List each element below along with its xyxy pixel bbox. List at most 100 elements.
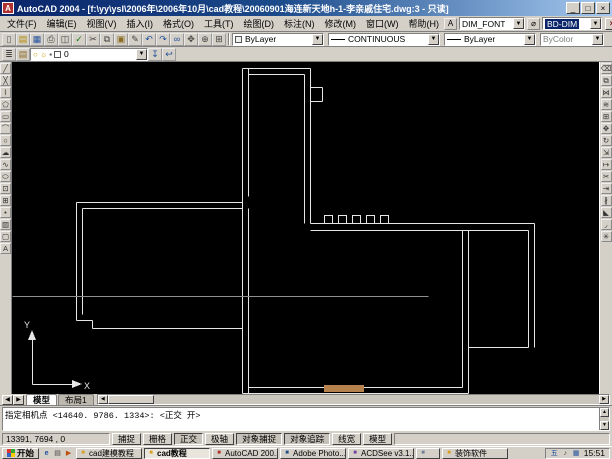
copy-object-icon[interactable]: ⧉ [601,75,612,86]
task-acdsee[interactable]: ■ACDSee v3.1... [348,448,414,459]
minimize-button[interactable]: _ [566,2,580,14]
polygon-icon[interactable]: ⬠ [0,99,11,110]
scroll-down-icon[interactable]: ▼ [600,421,609,430]
task-autocad[interactable]: ■AutoCAD 200... [212,448,278,459]
menu-item-file[interactable]: 文件(F) [2,16,42,31]
mtext-icon[interactable]: A [0,243,11,254]
menu-item-tools[interactable]: 工具(T) [199,16,239,31]
rectangle-icon[interactable]: ▭ [0,111,11,122]
plotstyle-control[interactable]: ByColor▼ [540,33,604,46]
task-cad-modeling-tutorial[interactable]: ■cad建模教程 [76,448,142,459]
task-decor-software[interactable]: ■装饰软件 [442,448,508,459]
construction-line-icon[interactable]: ╳ [0,75,11,86]
scroll-left-icon[interactable]: ◀ [98,395,108,404]
offset-icon[interactable]: ≋ [601,99,612,110]
menu-item-window[interactable]: 窗口(W) [361,16,404,31]
layer-control-combo[interactable]: ○☼▪0▼ [30,48,148,61]
mirror-icon[interactable]: ⋈ [601,87,612,98]
chevron-down-icon[interactable]: ▼ [524,34,535,45]
drawing-area[interactable]: YX [12,62,599,394]
task-misc[interactable]: ■ [416,448,440,459]
tab-layout1[interactable]: 布局1 [58,394,94,405]
menu-item-help[interactable]: 帮助(H) [404,16,445,31]
copy-icon[interactable]: ⧉ [100,33,114,46]
linetype-control[interactable]: CONTINUOUS▼ [328,33,440,46]
redo-icon[interactable]: ↷ [156,33,170,46]
layer-manager-icon[interactable]: ▤ [16,48,30,61]
chevron-down-icon[interactable]: ▼ [136,49,147,60]
media-player-icon[interactable]: ▶ [63,448,74,459]
polyline-icon[interactable]: ⌇ [0,87,11,98]
maximize-button[interactable]: □ [581,2,595,14]
task-cad-tutorial[interactable]: ■cad教程 [144,448,210,459]
document-close-button[interactable]: × [605,18,612,30]
line-icon[interactable]: ╱ [0,63,11,74]
make-block-icon[interactable]: ⊞ [0,195,11,206]
ime-icon[interactable]: 五 [550,449,559,458]
hatch-icon[interactable]: ▨ [0,219,11,230]
horizontal-scrollbar[interactable]: ◀ ▶ [97,394,610,405]
print-preview-icon[interactable]: ◫ [58,33,72,46]
start-button[interactable]: 开始 [2,448,39,459]
menu-item-insert[interactable]: 插入(I) [122,16,159,31]
chevron-down-icon[interactable]: ▼ [312,34,323,45]
ellipse-icon[interactable]: ⬭ [0,171,11,182]
point-icon[interactable]: • [0,207,11,218]
status-toggle-polar[interactable]: 极轴 [205,433,234,445]
paste-icon[interactable]: ▣ [114,33,128,46]
layer-previous-icon[interactable]: ↩ [162,48,176,61]
status-toggle-lineweight[interactable]: 线宽 [332,433,361,445]
chevron-down-icon[interactable]: ▼ [592,34,603,45]
color-control[interactable]: ByLayer▼ [232,33,324,46]
circle-icon[interactable]: ○ [0,135,11,146]
extend-icon[interactable]: ⇥ [601,183,612,194]
show-desktop-icon[interactable]: ▤ [52,448,63,459]
spell-icon[interactable]: ✓ [72,33,86,46]
trim-icon[interactable]: ✂ [601,171,612,182]
explode-icon[interactable]: ✳ [601,231,612,242]
menu-item-dimension[interactable]: 标注(N) [279,16,320,31]
scroll-up-icon[interactable]: ▲ [600,408,609,417]
stretch-icon[interactable]: ↦ [601,159,612,170]
menu-item-edit[interactable]: 编辑(E) [42,16,82,31]
chevron-down-icon[interactable]: ▼ [428,34,439,45]
hyperlink-icon[interactable]: ∞ [170,33,184,46]
match-properties-icon[interactable]: ✎ [128,33,142,46]
scroll-thumb[interactable] [108,395,154,404]
open-icon[interactable]: ▤ [16,33,30,46]
status-toggle-otrack[interactable]: 对象追踪 [284,433,330,445]
print-icon[interactable]: ⎙ [44,33,58,46]
menu-item-modify[interactable]: 修改(M) [320,16,362,31]
revcloud-icon[interactable]: ☁ [0,147,11,158]
scroll-right-icon[interactable]: ▶ [599,395,609,404]
menu-item-draw[interactable]: 绘图(D) [239,16,280,31]
task-photoshop[interactable]: ■Adobe Photo... [280,448,346,459]
move-icon[interactable]: ✥ [601,123,612,134]
zoom-window-icon[interactable]: ⊞ [212,33,226,46]
tab-model[interactable]: 模型 [26,394,57,405]
cut-icon[interactable]: ✂ [86,33,100,46]
text-style-combo[interactable]: DIM_FONT ▼ [459,17,525,30]
lineweight-control[interactable]: ByLayer▼ [444,33,536,46]
status-toggle-grid[interactable]: 栅格 [143,433,172,445]
ie-icon[interactable]: e [41,448,52,459]
erase-icon[interactable]: ⌫ [601,63,612,74]
status-toggle-model-space[interactable]: 模型 [363,433,392,445]
tab-scroll-left-icon[interactable]: ◀ [2,395,13,405]
tab-scroll-right-icon[interactable]: ▶ [13,395,24,405]
pan-icon[interactable]: ✥ [184,33,198,46]
array-icon[interactable]: ⊞ [601,111,612,122]
status-toggle-snap[interactable]: 捕捉 [112,433,141,445]
status-toggle-osnap[interactable]: 对象捕捉 [236,433,282,445]
menu-item-view[interactable]: 视图(V) [82,16,122,31]
dim-style-icon[interactable]: ⌀ [527,18,540,30]
region-icon[interactable]: ▢ [0,231,11,242]
zoom-realtime-icon[interactable]: ⊕ [198,33,212,46]
make-layer-current-icon[interactable]: ↧ [148,48,162,61]
text-style-icon[interactable]: A [444,18,457,30]
insert-block-icon[interactable]: ⊡ [0,183,11,194]
break-icon[interactable]: ∦ [601,195,612,206]
save-icon[interactable]: ▦ [30,33,44,46]
arc-icon[interactable]: ⌒ [0,123,11,134]
chevron-down-icon[interactable]: ▼ [590,18,601,29]
